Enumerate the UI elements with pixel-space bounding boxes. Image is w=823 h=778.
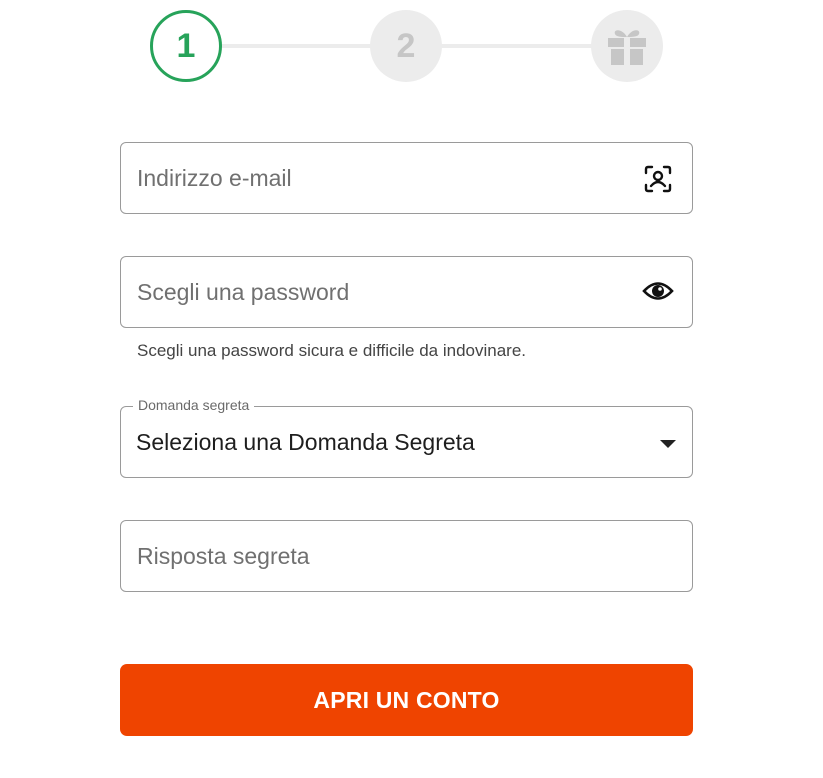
- secret-question-value: Seleziona una Domanda Segreta: [136, 429, 475, 455]
- stepper-connector-2: [440, 44, 594, 48]
- secret-question-select[interactable]: Domanda segreta Seleziona una Domanda Se…: [120, 397, 693, 478]
- password-input[interactable]: [137, 257, 617, 327]
- secret-question-label: Domanda segreta: [133, 397, 255, 413]
- email-field[interactable]: [120, 142, 693, 214]
- open-account-button[interactable]: APRI UN CONTO: [120, 664, 693, 736]
- step-2-indicator: 2: [370, 10, 442, 82]
- email-input[interactable]: [137, 143, 617, 213]
- stepper-connector-1: [220, 44, 372, 48]
- password-helper-text: Scegli una password sicura e difficile d…: [137, 341, 527, 360]
- step-2-label: 2: [396, 26, 416, 65]
- password-field[interactable]: [120, 256, 693, 328]
- step-1-indicator: 1: [150, 10, 222, 82]
- step-3-indicator: [591, 10, 663, 82]
- signup-stepper: 1 2: [150, 10, 663, 82]
- gift-icon: [608, 30, 646, 65]
- caret-down-icon[interactable]: [660, 440, 676, 448]
- secret-answer-field[interactable]: [120, 520, 693, 592]
- secret-answer-input[interactable]: [137, 521, 617, 591]
- eye-icon[interactable]: [642, 275, 674, 307]
- step-1-label: 1: [176, 26, 196, 65]
- face-scan-icon[interactable]: [642, 163, 674, 195]
